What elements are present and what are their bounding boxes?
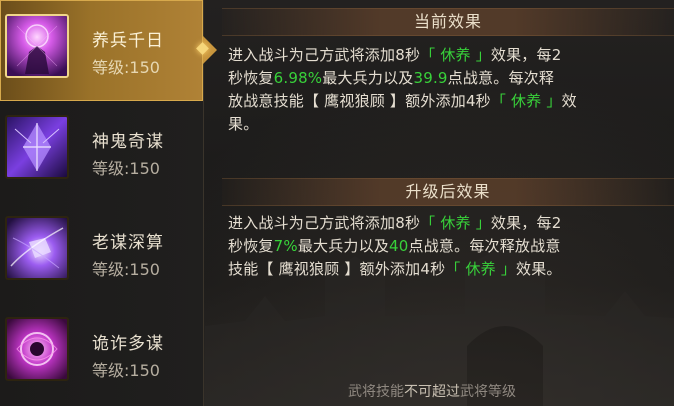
skill-level: 等级:150 bbox=[92, 159, 160, 178]
level-cap-note: 武将技能不可超过武将等级 bbox=[348, 384, 516, 400]
shenguiqimou-skill-icon bbox=[5, 115, 69, 179]
skill-name: 老谋深算 bbox=[92, 233, 164, 253]
skill-item-yangbingqianri[interactable]: 养兵千日 等级:150 bbox=[0, 0, 217, 101]
yangbingqianri-skill-icon bbox=[5, 14, 69, 78]
skill-item-shenguiqimou[interactable]: 神鬼奇谋 等级:150 bbox=[0, 101, 203, 202]
skill-sidebar: 养兵千日 等级:150 神鬼奇谋 等级:150 老谋深算 等级:150 诡诈多谋… bbox=[0, 0, 217, 406]
guizhaduomou-skill-icon bbox=[5, 317, 69, 381]
current-effect-header: 当前效果 bbox=[222, 8, 674, 36]
skill-item-guizhaduomou[interactable]: 诡诈多谋 等级:150 bbox=[0, 303, 203, 404]
skill-level: 等级:150 bbox=[92, 58, 160, 77]
laomoushensuan-skill-icon bbox=[5, 216, 69, 280]
skill-item-laomoushensuan[interactable]: 老谋深算 等级:150 bbox=[0, 202, 203, 303]
current-effect-description: 进入战斗为己方武将添加8秒「 休养 」效果，每2 秒恢复6.98%最大兵力以及3… bbox=[228, 46, 577, 133]
skill-level: 等级:150 bbox=[92, 260, 160, 279]
upgrade-effect-header: 升级后效果 bbox=[222, 178, 674, 206]
skill-name: 诡诈多谋 bbox=[92, 334, 164, 354]
skill-level: 等级:150 bbox=[92, 361, 160, 380]
skill-name: 神鬼奇谋 bbox=[92, 132, 164, 152]
skill-name: 养兵千日 bbox=[92, 31, 164, 51]
upgrade-effect-description: 进入战斗为己方武将添加8秒「 休养 」效果，每2 秒恢复7%最大兵力以及40点战… bbox=[228, 214, 562, 278]
